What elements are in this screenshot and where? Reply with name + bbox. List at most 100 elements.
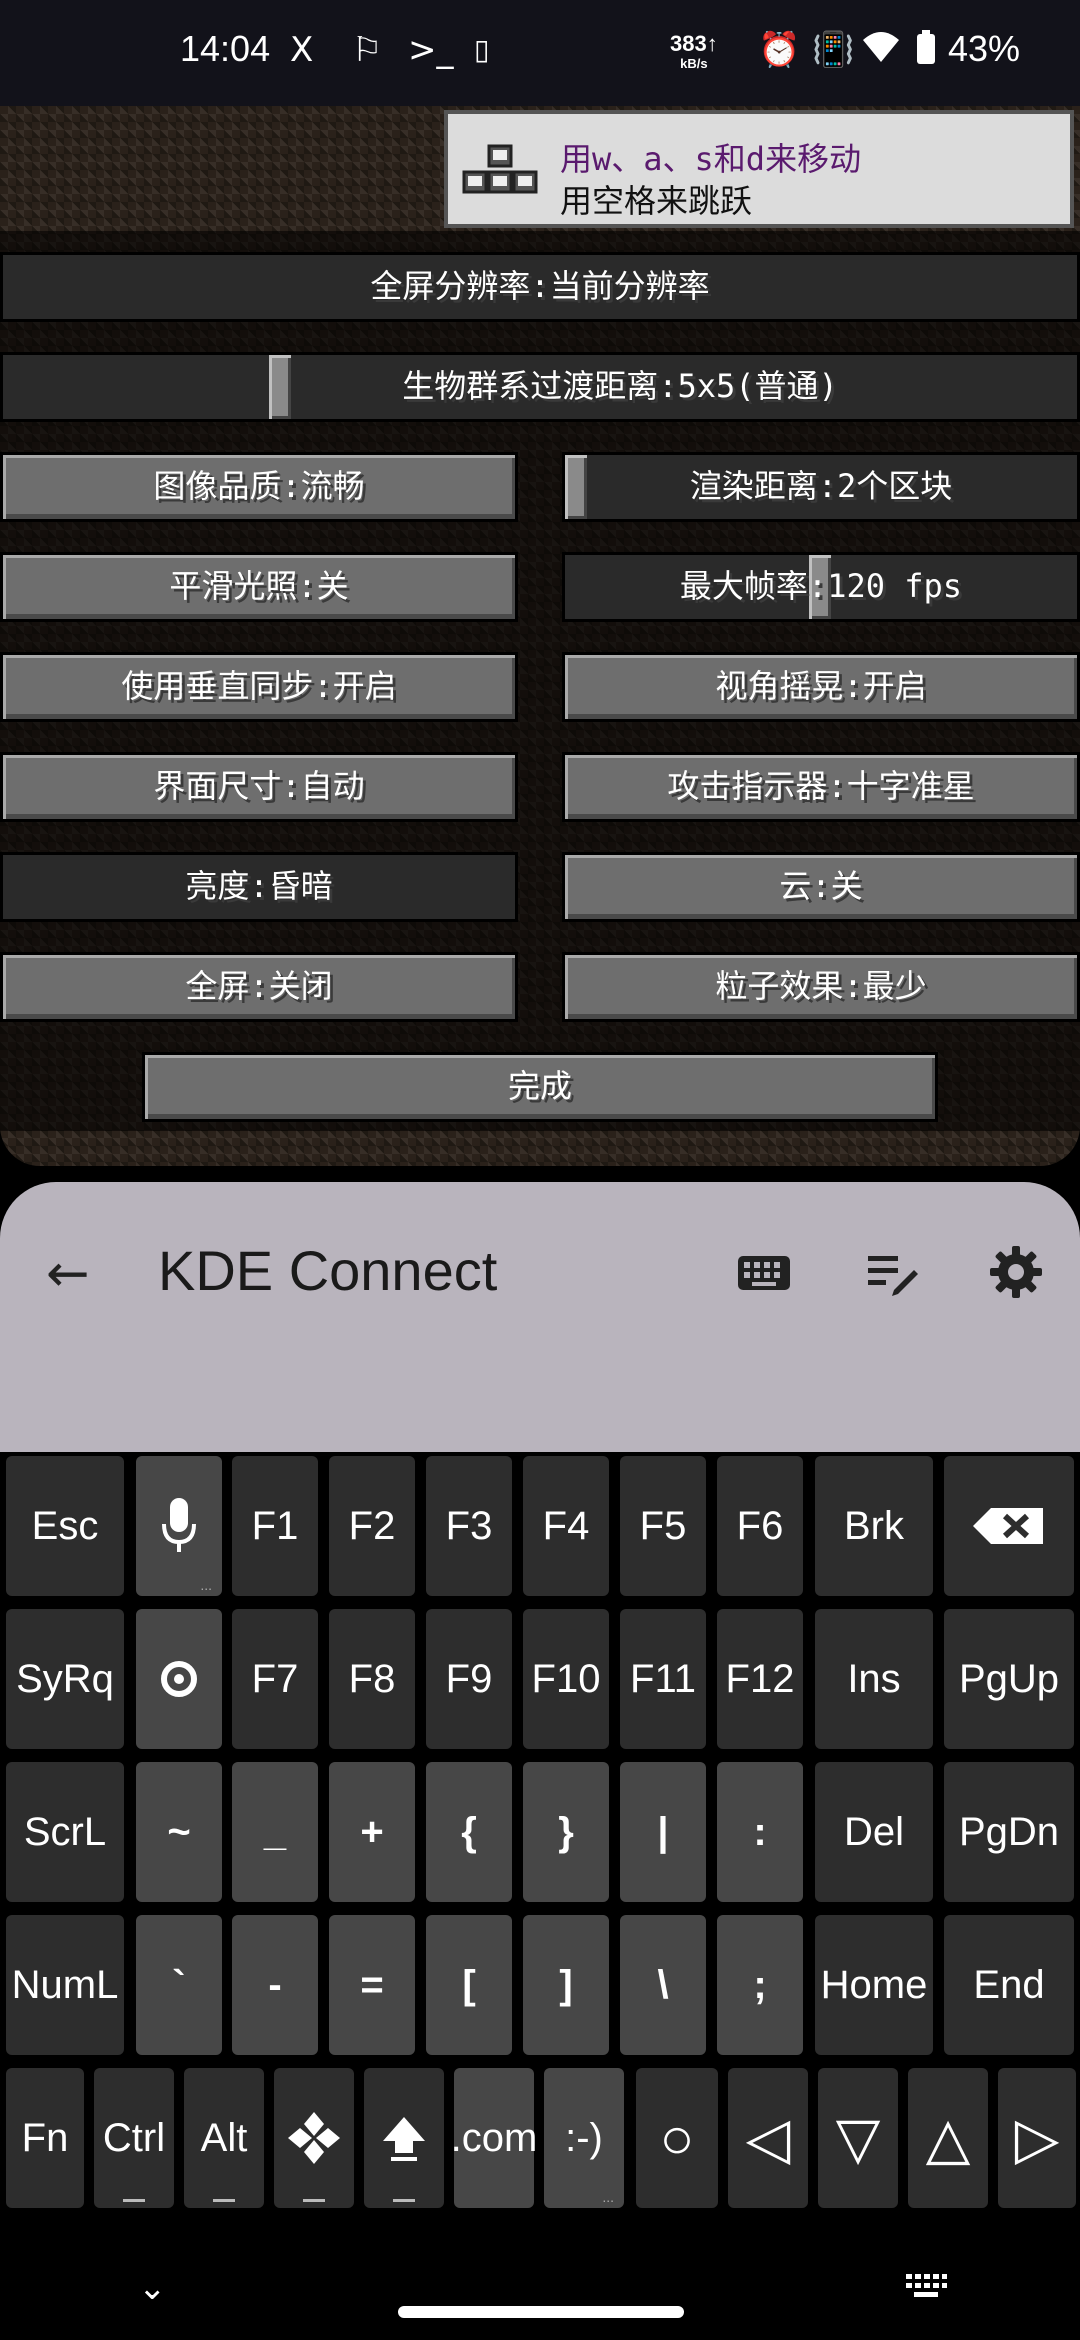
key-f9[interactable]: F9 bbox=[426, 1609, 512, 1749]
key-circle[interactable]: ○ bbox=[636, 2068, 718, 2208]
fullscreen-resolution-slider[interactable]: 全屏分辨率:当前分辨率 bbox=[0, 252, 1080, 322]
back-arrow-icon[interactable]: ← bbox=[46, 1248, 90, 1300]
key-f5[interactable]: F5 bbox=[620, 1456, 706, 1596]
status-bar: 14:04 X ⚐ >_ ▯ 383↑ kB/s ⏰ 📳 43% bbox=[0, 0, 1080, 106]
tutorial-toast: 用w、a、s和d来移动 用空格来跳跃 bbox=[444, 110, 1074, 228]
key-f4[interactable]: F4 bbox=[523, 1456, 609, 1596]
biome-blend-slider[interactable]: 生物群系过渡距离:5x5(普通) bbox=[0, 352, 1080, 422]
kde-title: KDE Connect bbox=[158, 1239, 498, 1302]
key-shift[interactable] bbox=[364, 2068, 444, 2208]
key-up-arrow[interactable]: △ bbox=[908, 2068, 988, 2208]
key-tilde[interactable]: ~ bbox=[136, 1762, 222, 1902]
key-settings[interactable] bbox=[136, 1609, 222, 1749]
key-alt[interactable]: Alt bbox=[184, 2068, 264, 2208]
key-semicolon[interactable]: ; bbox=[717, 1915, 803, 2055]
network-speed: 383↑ kB/s bbox=[670, 31, 718, 74]
battery-icon bbox=[916, 30, 936, 73]
key-rbracket[interactable]: ] bbox=[523, 1915, 609, 2055]
key-f11[interactable]: F11 bbox=[620, 1609, 706, 1749]
max-framerate-slider[interactable]: 最大帧率:120 fps bbox=[562, 552, 1080, 622]
key-colon[interactable]: : bbox=[717, 1762, 803, 1902]
key-plus[interactable]: + bbox=[329, 1762, 415, 1902]
minecraft-video-settings: 用w、a、s和d来移动 用空格来跳跃 全屏分辨率:当前分辨率 生物群系过渡距离:… bbox=[0, 106, 1080, 1166]
key-right-arrow[interactable]: ▷ bbox=[998, 2068, 1076, 2208]
key-del[interactable]: Del bbox=[815, 1762, 933, 1902]
fullscreen-resolution-label: 全屏分辨率:当前分辨率 bbox=[370, 267, 710, 305]
gui-scale-button[interactable]: 界面尺寸:自动 bbox=[0, 752, 518, 822]
alarm-icon: ⏰ bbox=[758, 30, 801, 70]
key-rbrace[interactable]: } bbox=[523, 1762, 609, 1902]
wifi-icon bbox=[862, 30, 900, 73]
key-smiley-label: :-) bbox=[565, 2115, 603, 2160]
key-left-arrow[interactable]: ◁ bbox=[728, 2068, 808, 2208]
render-distance-slider[interactable]: 渲染距离:2个区块 bbox=[562, 452, 1080, 522]
home-gesture-pill[interactable] bbox=[398, 2306, 684, 2318]
done-button[interactable]: 完成 bbox=[142, 1052, 938, 1122]
terminal-icon: >_ bbox=[408, 30, 454, 70]
fullscreen-button[interactable]: 全屏:关闭 bbox=[0, 952, 518, 1022]
key-f7[interactable]: F7 bbox=[232, 1609, 318, 1749]
key-f10[interactable]: F10 bbox=[523, 1609, 609, 1749]
key-end[interactable]: End bbox=[944, 1915, 1074, 2055]
battery-percent: 43% bbox=[948, 28, 1021, 69]
key-f6[interactable]: F6 bbox=[717, 1456, 803, 1596]
dpad-icon bbox=[288, 2112, 340, 2164]
key-ctrl[interactable]: Ctrl bbox=[94, 2068, 174, 2208]
particles-button[interactable]: 粒子效果:最少 bbox=[562, 952, 1080, 1022]
attack-indicator-button[interactable]: 攻击指示器:十字准星 bbox=[562, 752, 1080, 822]
key-f2[interactable]: F2 bbox=[329, 1456, 415, 1596]
key-ctrl-label: Ctrl bbox=[102, 2115, 166, 2160]
key-pipe[interactable]: | bbox=[620, 1762, 706, 1902]
switch-keyboard-icon[interactable] bbox=[904, 2270, 948, 2300]
view-bobbing-button[interactable]: 视角摇晃:开启 bbox=[562, 652, 1080, 722]
clouds-button[interactable]: 云:关 bbox=[562, 852, 1080, 922]
backspace-icon bbox=[973, 1508, 1043, 1544]
key-pgup[interactable]: PgUp bbox=[944, 1609, 1074, 1749]
key-sysrq[interactable]: SyRq bbox=[6, 1609, 124, 1749]
smooth-lighting-button[interactable]: 平滑光照:关 bbox=[0, 552, 518, 622]
keyboard-icon[interactable] bbox=[734, 1242, 794, 1302]
key-backslash[interactable]: \ bbox=[620, 1915, 706, 2055]
network-speed-value: 383 bbox=[670, 31, 707, 56]
max-framerate-label: 最大帧率:120 fps bbox=[679, 567, 963, 605]
vsync-button[interactable]: 使用垂直同步:开启 bbox=[0, 652, 518, 722]
key-down-arrow[interactable]: ▽ bbox=[818, 2068, 898, 2208]
key-f8[interactable]: F8 bbox=[329, 1609, 415, 1749]
key-f3[interactable]: F3 bbox=[426, 1456, 512, 1596]
keyboard-settings-icon bbox=[161, 1661, 197, 1697]
key-brk[interactable]: Brk bbox=[815, 1456, 933, 1596]
brightness-slider[interactable]: 亮度:昏暗 bbox=[0, 852, 518, 922]
key-underscore[interactable]: _ bbox=[232, 1762, 318, 1902]
key-fn[interactable]: Fn bbox=[6, 2068, 84, 2208]
key-backtick[interactable]: ` bbox=[136, 1915, 222, 2055]
brightness-label: 亮度:昏暗 bbox=[185, 867, 333, 905]
key-pgdn[interactable]: PgDn bbox=[944, 1762, 1074, 1902]
slider-knob[interactable] bbox=[565, 455, 587, 519]
settings-gear-icon[interactable] bbox=[986, 1242, 1046, 1302]
key-backspace[interactable] bbox=[944, 1456, 1074, 1596]
key-equals[interactable]: = bbox=[329, 1915, 415, 2055]
render-distance-label: 渲染距离:2个区块 bbox=[689, 467, 953, 505]
microphone-icon bbox=[162, 1498, 196, 1552]
hide-keyboard-chevron-icon[interactable]: ⌄ bbox=[138, 2268, 167, 2308]
edit-list-icon[interactable] bbox=[862, 1242, 922, 1302]
key-minus[interactable]: - bbox=[232, 1915, 318, 2055]
key-scrl[interactable]: ScrL bbox=[6, 1762, 124, 1902]
key-dpad[interactable] bbox=[274, 2068, 354, 2208]
key-esc[interactable]: Esc bbox=[6, 1456, 124, 1596]
x-icon: X bbox=[290, 30, 314, 70]
slider-knob[interactable] bbox=[269, 355, 291, 419]
key-f12[interactable]: F12 bbox=[717, 1609, 803, 1749]
graphics-button[interactable]: 图像品质:流畅 bbox=[0, 452, 518, 522]
shift-arrow-icon bbox=[383, 2117, 425, 2161]
key-lbracket[interactable]: [ bbox=[426, 1915, 512, 2055]
key-mic[interactable]: ... bbox=[136, 1456, 222, 1596]
key-ins[interactable]: Ins bbox=[815, 1609, 933, 1749]
clock: 14:04 bbox=[180, 28, 271, 69]
key-f1[interactable]: F1 bbox=[232, 1456, 318, 1596]
key-numl[interactable]: NumL bbox=[6, 1915, 124, 2055]
key-lbrace[interactable]: { bbox=[426, 1762, 512, 1902]
key-smiley[interactable]: :-)... bbox=[544, 2068, 624, 2208]
key-dotcom[interactable]: .com bbox=[451, 2068, 537, 2208]
key-home[interactable]: Home bbox=[815, 1915, 933, 2055]
